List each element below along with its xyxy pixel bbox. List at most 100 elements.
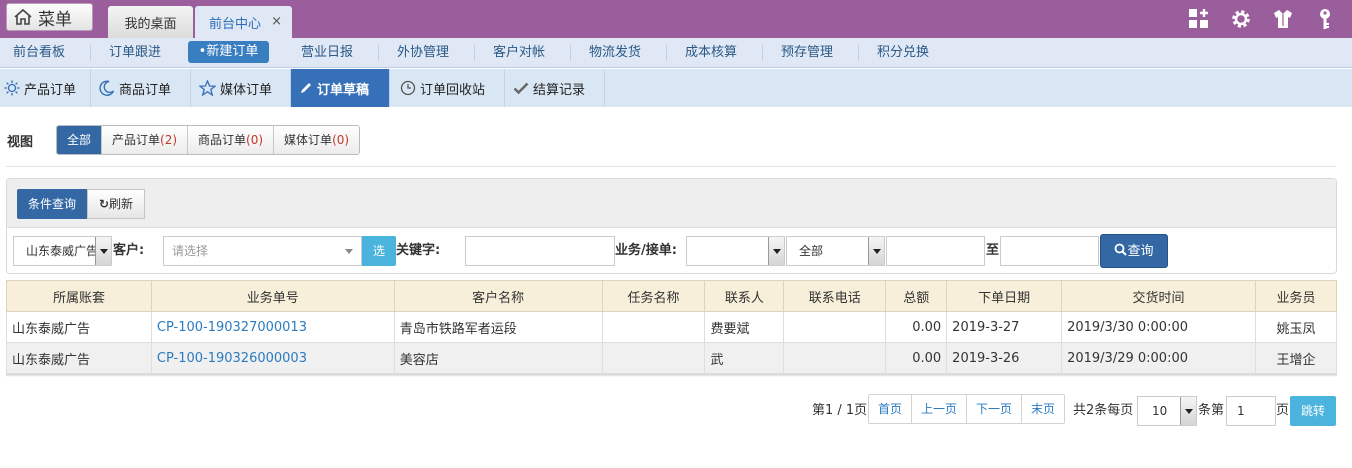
moon-icon xyxy=(99,80,115,96)
gear-icon[interactable] xyxy=(1230,8,1252,30)
nav-item-daily-report[interactable]: 营业日报 xyxy=(288,38,366,67)
nav-item-customer-reconcile[interactable]: 客户对帐 xyxy=(480,38,558,67)
view-media-button[interactable]: 媒体订单(0) xyxy=(273,126,360,154)
goto-page-input[interactable]: 1 xyxy=(1226,396,1276,426)
view-button-label: 全部 xyxy=(67,133,92,147)
date-to-input[interactable] xyxy=(1000,236,1099,266)
tab-product-order[interactable]: 产品订单 xyxy=(0,69,91,107)
column-header-customer[interactable]: 客户名称 xyxy=(393,280,603,312)
next-page-button[interactable]: 下一页 xyxy=(966,395,1022,423)
cell-customer: 青岛市铁路军者运段 xyxy=(393,311,603,343)
search-button[interactable]: 查询 xyxy=(1100,234,1168,268)
view-button-label: 商品订单 xyxy=(198,133,247,147)
column-header-contact[interactable]: 联系人 xyxy=(704,280,785,312)
column-header-account[interactable]: 所属账套 xyxy=(6,280,152,312)
close-icon[interactable]: × xyxy=(271,14,282,29)
nav-item-deposit[interactable]: 预存管理 xyxy=(768,38,846,67)
tab-order-recycle[interactable]: 订单回收站 xyxy=(390,69,505,107)
column-header-task[interactable]: 任务名称 xyxy=(601,280,706,312)
cell-phone xyxy=(783,342,887,374)
divider xyxy=(6,166,1336,167)
sun-icon xyxy=(4,80,20,96)
nav-item-order-follow[interactable]: 订单跟进 xyxy=(96,38,174,67)
view-button-label: 媒体订单 xyxy=(284,133,333,147)
keyword-label: 关键字: xyxy=(396,243,441,258)
column-header-total[interactable]: 总额 xyxy=(885,280,948,312)
key-icon[interactable] xyxy=(1314,8,1336,30)
scope-select[interactable]: 全部 xyxy=(786,236,885,266)
cell-task xyxy=(601,311,706,343)
page-size-select[interactable]: 10 xyxy=(1137,396,1197,426)
query-panel: 条件查询 ↻刷新 山东泰威广告 客户: 请选择 选 关键字: 业务/接单: 全部… xyxy=(6,178,1337,274)
total-count-text: 共2条每页 xyxy=(1073,403,1134,418)
column-header-phone[interactable]: 联系电话 xyxy=(783,280,887,312)
account-select[interactable]: 山东泰威广告 xyxy=(13,236,112,266)
view-filter-group: 全部 产品订单(2) 商品订单(0) 媒体订单(0) xyxy=(56,125,361,155)
table-footer-shadow xyxy=(6,374,1337,377)
table-row[interactable]: 山东泰威广告 CP-100-190327000013 青岛市铁路军者运段 费要斌… xyxy=(6,311,1338,343)
goto-page-value: 1 xyxy=(1237,404,1245,418)
nav-item-new-order[interactable]: •新建订单 xyxy=(188,41,269,63)
nav-item-cost[interactable]: 成本核算 xyxy=(672,38,750,67)
chevron-down-icon xyxy=(868,237,884,265)
query-panel-header: 条件查询 ↻刷新 xyxy=(7,179,1336,228)
tab-front-center[interactable]: 前台中心 × xyxy=(195,6,292,38)
nav-item-outsourcing[interactable]: 外协管理 xyxy=(384,38,462,67)
nav-item-logistics[interactable]: 物流发货 xyxy=(576,38,654,67)
dashboard-add-icon[interactable] xyxy=(1188,8,1210,30)
tab-label: 媒体订单 xyxy=(220,82,273,98)
tab-label: 产品订单 xyxy=(24,82,77,98)
table-row[interactable]: 山东泰威广告 CP-100-190326000003 美容店 武 0.00 20… xyxy=(6,342,1338,374)
nav-item-points[interactable]: 积分兑换 xyxy=(864,38,942,67)
refresh-button[interactable]: ↻刷新 xyxy=(87,189,145,219)
tab-goods-order[interactable]: 商品订单 xyxy=(91,69,191,107)
customer-select[interactable]: 请选择 xyxy=(163,236,362,266)
select-customer-button[interactable]: 选 xyxy=(362,236,396,266)
tab-media-order[interactable]: 媒体订单 xyxy=(191,69,291,107)
cell-phone xyxy=(783,311,887,343)
prev-page-button[interactable]: 上一页 xyxy=(911,395,967,423)
nav-divider xyxy=(570,45,571,61)
view-goods-button[interactable]: 商品订单(0) xyxy=(187,126,274,154)
menu-button[interactable]: 菜单 xyxy=(6,3,93,31)
order-number-link[interactable]: CP-100-190326000003 xyxy=(150,342,395,374)
tab-order-draft[interactable]: 订单草稿 xyxy=(291,69,390,107)
column-header-delivery[interactable]: 交货时间 xyxy=(1061,280,1256,312)
tab-settlement[interactable]: 结算记录 xyxy=(505,69,605,107)
shirt-icon[interactable] xyxy=(1272,8,1294,30)
home-icon xyxy=(14,8,32,25)
cell-order-date: 2019-3-27 xyxy=(946,311,1063,343)
menu-label: 菜单 xyxy=(38,9,72,30)
nav-divider xyxy=(378,45,379,61)
order-number-link[interactable]: CP-100-190327000013 xyxy=(150,311,395,343)
date-from-input[interactable] xyxy=(886,236,985,266)
cell-salesperson: 姚玉凤 xyxy=(1254,311,1338,343)
column-header-salesperson[interactable]: 业务员 xyxy=(1254,280,1338,312)
tab-my-desktop[interactable]: 我的桌面 xyxy=(108,6,193,38)
order-type-tabs: 产品订单 商品订单 媒体订单 订单草稿 订单回收站 结算记录 xyxy=(0,69,1352,107)
nav-divider xyxy=(474,45,475,61)
cell-delivery: 2019/3/29 0:00:00 xyxy=(1061,342,1256,374)
nav-item-front-board[interactable]: 前台看板 xyxy=(0,38,78,67)
chevron-down-icon xyxy=(1180,397,1196,425)
top-bar: 菜单 我的桌面 前台中心 × xyxy=(0,0,1352,38)
table-header-row: 所属账套 业务单号 客户名称 任务名称 联系人 联系电话 总额 下单日期 交货时… xyxy=(6,280,1338,312)
count-badge: (0) xyxy=(332,133,350,147)
condition-query-button[interactable]: 条件查询 xyxy=(17,189,87,219)
view-all-button[interactable]: 全部 xyxy=(57,126,102,154)
view-product-button[interactable]: 产品订单(2) xyxy=(101,126,188,154)
first-page-button[interactable]: 首页 xyxy=(869,395,912,423)
business-select[interactable] xyxy=(686,236,785,266)
business-label: 业务/接单: xyxy=(615,243,677,258)
keyword-input[interactable] xyxy=(465,236,615,266)
customer-placeholder: 请选择 xyxy=(172,244,209,258)
refresh-label: 刷新 xyxy=(109,197,134,211)
column-header-order-no[interactable]: 业务单号 xyxy=(150,280,395,312)
cell-account: 山东泰威广告 xyxy=(6,342,152,374)
cell-contact: 费要斌 xyxy=(704,311,785,343)
last-page-button[interactable]: 末页 xyxy=(1021,395,1065,423)
tab-label: 结算记录 xyxy=(533,82,586,98)
cell-account: 山东泰威广告 xyxy=(6,311,152,343)
column-header-order-date[interactable]: 下单日期 xyxy=(946,280,1063,312)
go-page-button[interactable]: 跳转 xyxy=(1290,396,1336,426)
